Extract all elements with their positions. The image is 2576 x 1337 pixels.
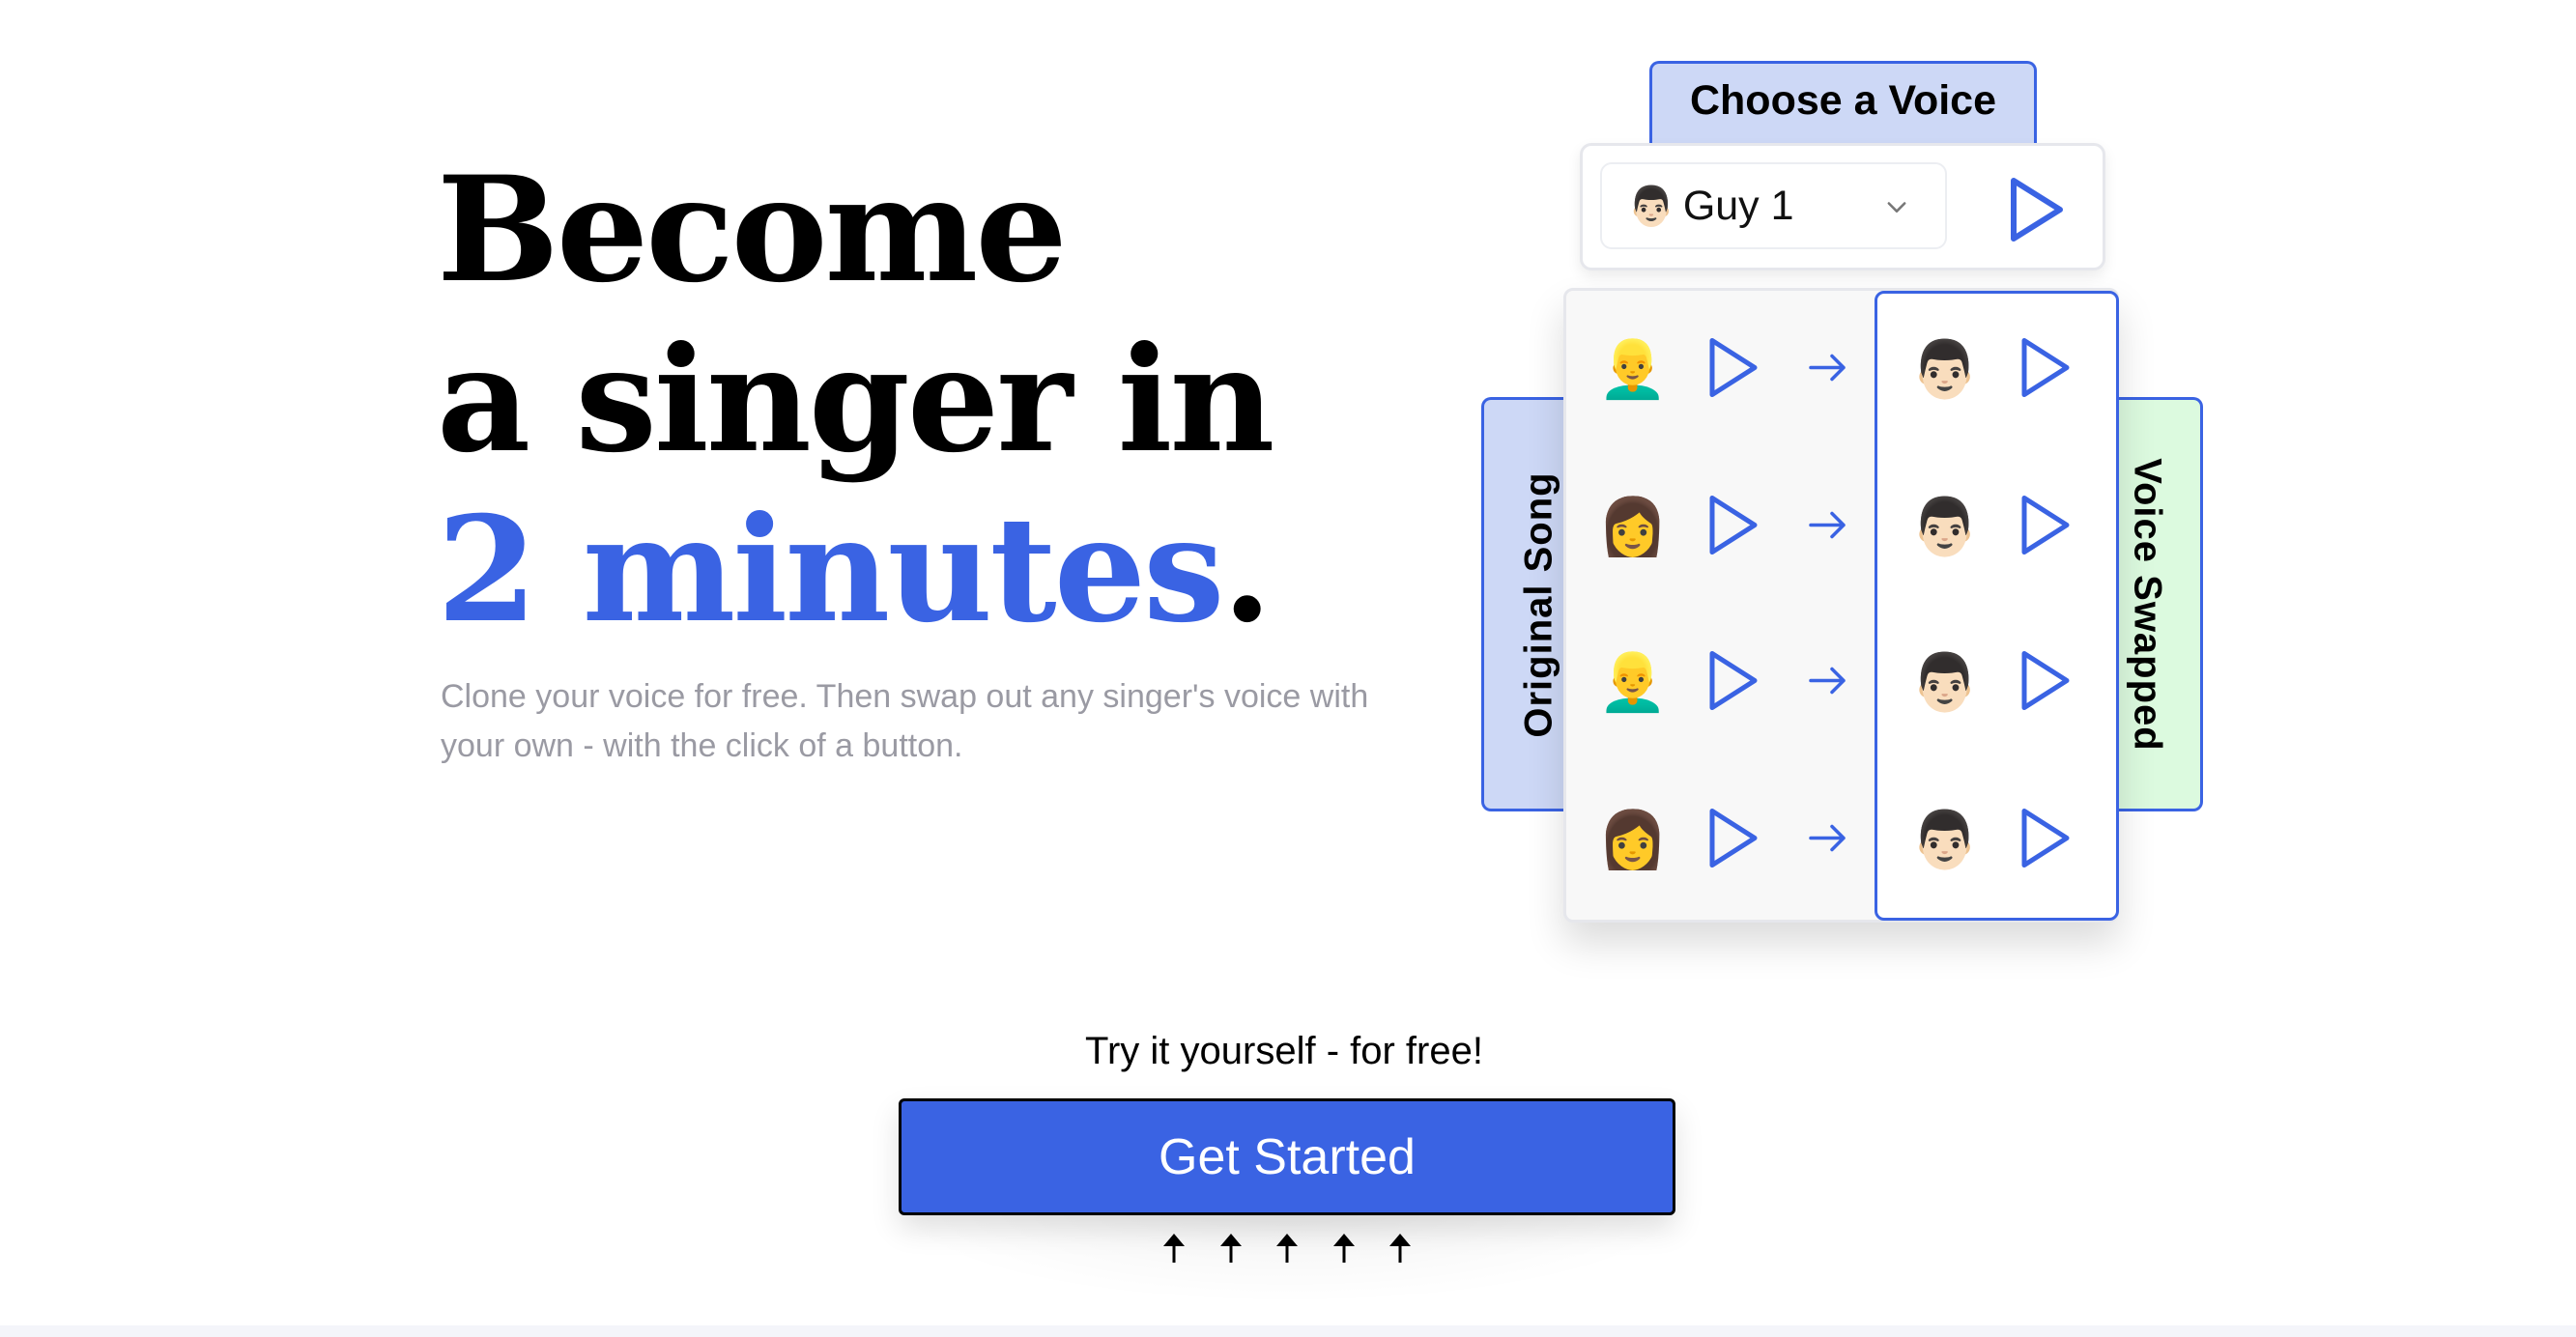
cta-prompt: Try it yourself - for free!	[1085, 1030, 1483, 1072]
chevron-down-icon	[1883, 193, 1910, 225]
swapped-play-button[interactable]	[2018, 336, 2073, 405]
play-icon	[1709, 338, 1758, 397]
original-play-button[interactable]	[1706, 649, 1760, 718]
headline-accent: 2 minutes	[437, 485, 1225, 655]
voice-picker-card: 👨🏻 Guy 1	[1580, 143, 2105, 270]
arrow-right-icon	[1807, 351, 1849, 390]
hero-headline: Become a singer in 2 minutes.	[437, 145, 1275, 655]
voice-swapped-label: Voice Swapped	[2126, 457, 2168, 752]
swapped-play-button[interactable]	[2018, 494, 2073, 562]
swapped-voice-avatar: 👨🏻	[1909, 809, 1981, 871]
original-play-button[interactable]	[1706, 494, 1760, 562]
play-icon	[1709, 496, 1758, 555]
headline-line-3: 2 minutes.	[437, 485, 1273, 655]
selected-voice-label: Guy 1	[1682, 182, 1794, 229]
original-play-button[interactable]	[1706, 336, 1760, 405]
original-singer-avatar: 👱‍♂️	[1597, 338, 1669, 401]
arrow-up-icon	[1386, 1231, 1415, 1266]
play-icon	[2021, 338, 2070, 397]
original-song-label: Original Song	[1517, 470, 1560, 738]
original-singer-avatar: 👩	[1597, 496, 1669, 558]
voice-swapped-tab: Voice Swapped	[2104, 397, 2203, 811]
swapped-voice-avatar: 👨🏻	[1909, 338, 1981, 401]
next-section-edge	[0, 1325, 2576, 1337]
arrow-up-icon	[1273, 1231, 1302, 1266]
arrow-right-icon	[1807, 508, 1849, 548]
swapped-voice-avatar: 👨🏻	[1909, 651, 1981, 714]
hero-subtitle: Clone your voice for free. Then swap out…	[441, 678, 1369, 764]
original-singer-avatar: 👩	[1597, 809, 1669, 871]
headline-line-1: Become	[437, 145, 1068, 315]
play-icon	[2021, 809, 2070, 868]
swapped-play-button[interactable]	[2018, 807, 2073, 875]
headline-period: .	[1221, 485, 1273, 655]
play-icon	[1996, 178, 2074, 252]
play-icon	[1709, 651, 1758, 710]
get-started-label: Get Started	[1159, 1128, 1416, 1185]
original-singer-avatar: 👱‍♂️	[1597, 651, 1669, 714]
voice-preview-play-button[interactable]	[1996, 171, 2074, 248]
voice-select-dropdown[interactable]: 👨🏻 Guy 1	[1600, 162, 1947, 249]
headline-line-2: a singer in	[437, 315, 1275, 485]
swapped-voice-avatar: 👨🏻	[1909, 496, 1981, 558]
get-started-button[interactable]: Get Started	[899, 1098, 1675, 1215]
play-icon	[1709, 809, 1758, 868]
arrow-right-icon	[1807, 821, 1849, 861]
arrow-up-icon	[1330, 1231, 1359, 1266]
arrow-right-icon	[1807, 664, 1849, 703]
arrow-up-icon	[1216, 1231, 1245, 1266]
play-icon	[2021, 496, 2070, 555]
play-icon	[2021, 651, 2070, 710]
arrow-up-icon	[1159, 1231, 1188, 1266]
pointing-arrows	[1159, 1231, 1415, 1266]
original-play-button[interactable]	[1706, 807, 1760, 875]
selected-voice-avatar: 👨🏻	[1627, 185, 1675, 228]
swapped-play-button[interactable]	[2018, 649, 2073, 718]
